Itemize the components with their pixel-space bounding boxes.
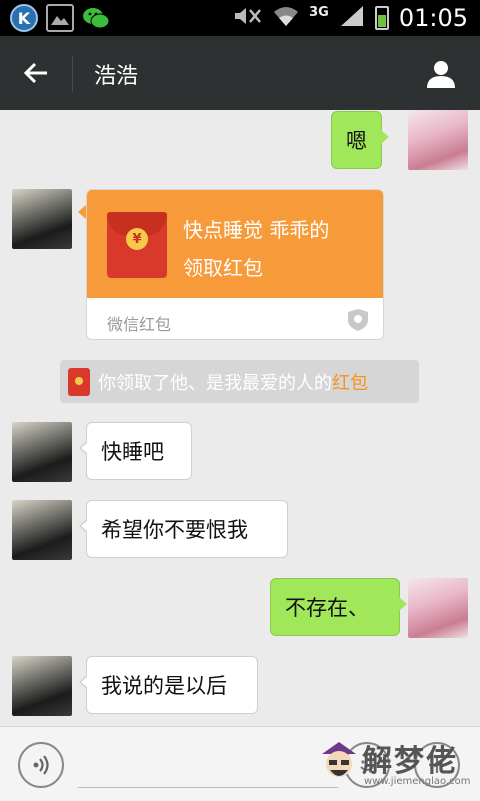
contact-avatar[interactable]: [12, 422, 72, 482]
watermark-mascot-icon: [322, 742, 356, 777]
message-bubble-received[interactable]: 快睡吧: [79, 422, 192, 480]
voice-icon: [33, 755, 49, 775]
wifi-icon: [273, 5, 299, 32]
red-packet-tail: [78, 205, 86, 219]
message-bubble-sent[interactable]: 嗯: [331, 111, 389, 169]
red-packet-card[interactable]: ¥ 快点睡觉 乖乖的 领取红包 微信红包: [86, 189, 384, 340]
contact-avatar[interactable]: [12, 500, 72, 560]
contact-profile-button[interactable]: [418, 52, 464, 96]
system-indicators: 3G 01:05: [233, 2, 468, 34]
notification-icons: K: [10, 4, 110, 32]
red-envelope-icon: ¥: [107, 212, 167, 278]
wechat-icon: [82, 4, 110, 32]
my-avatar[interactable]: [408, 578, 468, 638]
notice-text: 你领取了他、是我最爱的人的: [98, 372, 332, 394]
network-type: 3G: [309, 4, 329, 20]
yuan-coin-icon: ¥: [126, 228, 148, 250]
gallery-icon: [46, 4, 74, 32]
back-button[interactable]: [10, 48, 62, 98]
kuaibo-k-icon: K: [10, 4, 38, 32]
red-packet-footer: 微信红包: [107, 315, 172, 334]
watermark-url: www.jiemenglao.com: [364, 776, 471, 787]
shield-icon: [348, 309, 368, 331]
watermark-text: 解梦佬: [362, 744, 458, 779]
my-avatar[interactable]: [408, 110, 468, 170]
message-bubble-received[interactable]: 我说的是以后: [79, 656, 258, 714]
watermark: 解梦佬 www.jiemenglao.com: [318, 734, 474, 794]
contact-avatar[interactable]: [12, 189, 72, 249]
signal-icon: [339, 4, 365, 33]
red-packet-action: 领取红包: [183, 256, 263, 280]
message-bubble-received[interactable]: 希望你不要恨我: [79, 500, 288, 558]
message-input[interactable]: [78, 787, 338, 788]
header-divider: [72, 56, 73, 92]
red-packet-header: ¥ 快点睡觉 乖乖的 领取红包: [87, 190, 383, 298]
status-bar: K 3G 01:05: [0, 0, 480, 36]
contact-name: 浩浩: [94, 64, 139, 89]
battery-charging-icon: [374, 6, 389, 30]
contact-avatar[interactable]: [12, 656, 72, 716]
red-envelope-small-icon: [68, 367, 90, 396]
chat-header: 浩浩: [0, 36, 480, 110]
voice-input-button[interactable]: [18, 742, 64, 788]
mute-icon: [233, 5, 263, 32]
person-icon: [427, 61, 455, 88]
message-bubble-sent[interactable]: 不存在、: [270, 578, 407, 636]
notice-red-packet-link[interactable]: 红包: [332, 369, 368, 395]
red-packet-message: 快点睡觉 乖乖的: [183, 218, 330, 242]
clock: 01:05: [398, 4, 468, 32]
system-notice: 你领取了他、是我最爱的人的 红包: [60, 360, 419, 403]
